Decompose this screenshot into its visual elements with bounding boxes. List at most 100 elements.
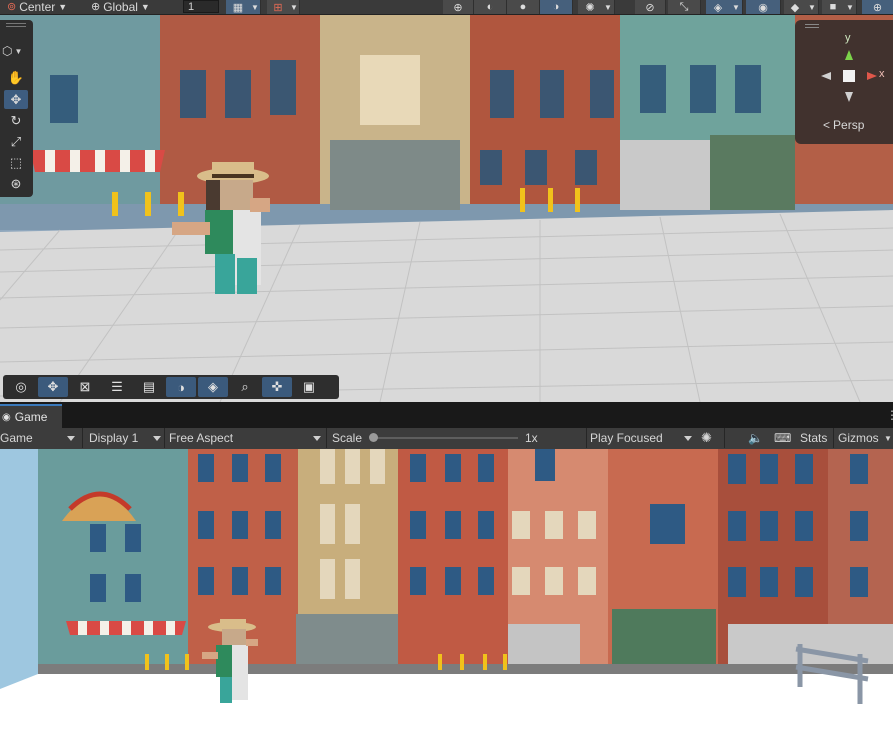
grid-settings-button[interactable]: ☰ (102, 377, 132, 397)
cinemachine-button[interactable]: ⊠ (70, 377, 100, 397)
display-dropdown[interactable]: Display 1 (89, 428, 161, 448)
draw-mode-dropdown[interactable]: ▼ (806, 0, 819, 14)
audio-toggle-button[interactable]: ⊘ (635, 0, 666, 14)
effects-dropdown[interactable]: ▼ (602, 0, 615, 14)
chevron-down-icon: ▼ (604, 2, 612, 12)
grid-snap-button[interactable]: ▦ (226, 0, 251, 14)
bug-button[interactable]: ✺ (701, 428, 712, 448)
scene-view-gizmo[interactable]: y x < Persp (795, 20, 893, 144)
snap-increment-dropdown[interactable]: ▼ (289, 0, 300, 14)
pivot-overlay-button[interactable]: ✜ (262, 377, 292, 397)
pivot-icon: ✜ (271, 379, 283, 394)
cinemachine-icon: ⊠ (79, 379, 91, 394)
drag-handle-icon[interactable] (805, 24, 819, 25)
camera-overlay-button[interactable]: ▣ (294, 377, 324, 397)
separator (326, 428, 327, 448)
scale-slider-track[interactable] (374, 437, 518, 439)
scene-viewport-render (0, 0, 893, 402)
lighting-icon: ◑ (552, 1, 560, 13)
drag-handle-icon[interactable] (6, 23, 26, 24)
separator (833, 428, 834, 448)
audio-mute-icon: ⊘ (645, 1, 655, 14)
scale-slider-thumb[interactable] (369, 433, 378, 442)
layers-icon: ◆ (790, 1, 800, 14)
game-viewport-render (0, 449, 893, 732)
pivot-mode-label: Center (19, 0, 56, 14)
shaded-sphere-icon: ◐ (486, 1, 494, 13)
rotate-tool[interactable]: ↻ (4, 111, 28, 130)
perspective-icon: < (823, 118, 831, 132)
projection-toggle[interactable]: < Persp (823, 118, 864, 132)
grid-snap-dropdown[interactable]: ▼ (250, 0, 261, 14)
play-mode-dropdown[interactable]: Play Focused (590, 428, 692, 448)
grid-snap-value-field[interactable]: 1 (183, 0, 219, 13)
move-tool[interactable]: ✥ (4, 90, 28, 109)
camera-dropdown[interactable]: ▼ (844, 0, 857, 14)
effects-button[interactable]: ✺ (578, 0, 603, 14)
object-tools-dropdown[interactable]: ⬡ ▼ (2, 42, 28, 60)
game-mode-label: Game (0, 431, 33, 445)
transform-tool[interactable]: ⊛ (4, 174, 28, 193)
stats-button[interactable]: Stats (800, 428, 827, 448)
draw-mode-button[interactable]: ◆ (784, 0, 807, 14)
rect-tool[interactable]: ⬚ (4, 153, 28, 172)
search-button[interactable]: ⌕ (230, 377, 260, 397)
layers-overlay-button[interactable]: ◈ (198, 377, 228, 397)
shaded-wireframe-button[interactable]: ◐ (474, 0, 507, 14)
display-label: Display 1 (89, 431, 139, 445)
pivot-mode-dropdown[interactable]: ⊚ Center ▼ (7, 0, 67, 14)
layers-dropdown[interactable]: ▼ (730, 0, 743, 14)
light-button[interactable]: ◑ (166, 377, 196, 397)
game-viewport[interactable] (0, 449, 893, 732)
scene-view[interactable]: ⊚ Center ▼ ⊕ Global ▼ 1 ▦ ▼ ⊞ ▼ ⊕ ◐ ● ◑ … (0, 0, 893, 402)
axis-y-label: y (845, 32, 851, 44)
gizmos-dropdown[interactable]: ▼ (884, 428, 892, 448)
gizmos-button[interactable]: ⊕ (862, 0, 893, 14)
orbit-button[interactable]: ◎ (6, 377, 36, 397)
grid-icon: ☰ (111, 379, 123, 394)
aspect-dropdown[interactable]: Free Aspect (169, 428, 321, 448)
light-icon: ◑ (177, 379, 185, 395)
pivot-space-label: Global (103, 0, 138, 14)
gizmos-label: Gizmos (838, 431, 879, 445)
solid-sphere-icon: ● (519, 1, 527, 13)
separator (586, 428, 587, 448)
layers-button[interactable]: ◈ (706, 0, 731, 14)
more-options-icon[interactable]: ⋮ (886, 408, 893, 422)
pivot-space-dropdown[interactable]: ⊕ Global ▼ (91, 0, 150, 14)
lighting-button[interactable]: ◑ (540, 0, 573, 14)
tool-palette: ⬡ ▼ ✋ ✥ ↻ ⤢ ⬚ ⊛ (0, 20, 33, 197)
separator (724, 428, 725, 448)
scale-tool[interactable]: ⤢ (4, 132, 28, 151)
speaker-icon: 🔈 (748, 431, 763, 445)
navmesh-button[interactable]: ▤ (134, 377, 164, 397)
separator (164, 428, 165, 448)
search-icon: ⌕ (241, 379, 249, 394)
move-overlay-button[interactable]: ✥ (38, 377, 68, 397)
gizmos-game-button[interactable]: Gizmos (838, 428, 879, 448)
hand-tool[interactable]: ✋ (4, 68, 28, 87)
shaded-button[interactable]: ● (507, 0, 540, 14)
chevron-down-icon: ▼ (846, 2, 854, 12)
scene-overlay-toolbar: ◎ ✥ ⊠ ☰ ▤ ◑ ◈ ⌕ ✜ ▣ (3, 375, 339, 399)
wireframe-icon: ⊕ (453, 1, 463, 14)
play-mode-label: Play Focused (590, 431, 663, 445)
camera-icon: ■ (829, 1, 837, 13)
shortcuts-button[interactable]: ⌨ (774, 428, 791, 448)
tab-game[interactable]: ◉ Game (0, 404, 62, 428)
game-mode-dropdown[interactable]: Game (0, 428, 75, 448)
chevron-down-icon: ▼ (251, 2, 259, 12)
snap-increment-button[interactable]: ⊞ (267, 0, 290, 14)
scale-label: Scale (332, 431, 363, 445)
view-tool-button[interactable]: ⤡ (668, 0, 701, 14)
wireframe-button[interactable]: ⊕ (443, 0, 474, 14)
camera-button[interactable]: ■ (822, 0, 845, 14)
view-tool-icon: ⤡ (679, 0, 689, 13)
visibility-button[interactable]: ◉ (746, 0, 781, 14)
projection-label: Persp (833, 118, 865, 132)
rect-icon: ⬚ (9, 154, 23, 170)
move-icon: ✥ (47, 379, 59, 394)
hand-icon: ✋ (7, 69, 25, 85)
chevron-down-icon: ▼ (140, 2, 150, 12)
mute-audio-button[interactable]: 🔈 (748, 428, 763, 448)
